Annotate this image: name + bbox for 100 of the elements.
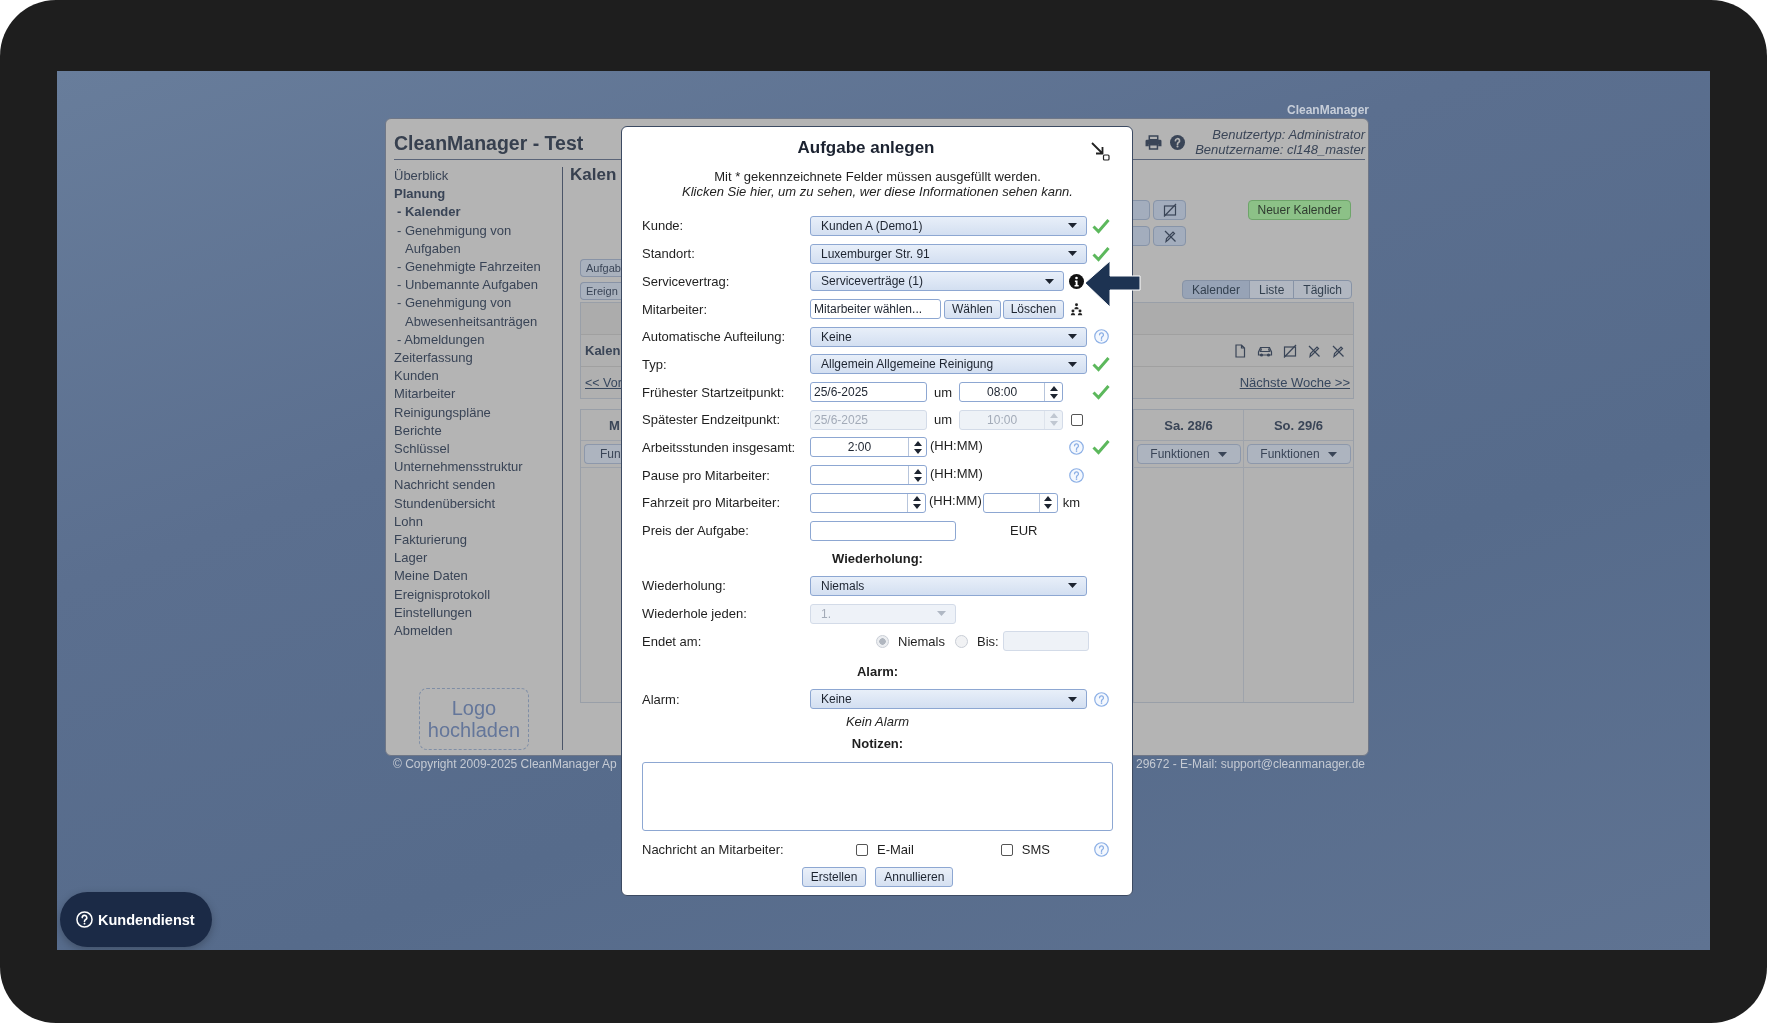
unit-text: (HH:MM) <box>930 437 983 453</box>
time-field[interactable]: 08:00 <box>959 382 1064 403</box>
date-field[interactable]: 25/6-2025 <box>810 382 927 403</box>
dropdown[interactable]: Serviceverträge (1) <box>810 271 1064 292</box>
caret-icon <box>1045 278 1054 284</box>
sidebar-item[interactable]: Meine Daten <box>394 567 552 586</box>
toolbar-button[interactable]: Aufgab <box>580 259 621 277</box>
unit-text: (HH:MM) <box>929 493 982 509</box>
sidebar-subitem[interactable]: - Genehmigung von Abwesenheitsanträgen <box>394 294 552 331</box>
sidebar-item[interactable]: Einstellungen <box>394 603 552 623</box>
help-icon <box>76 911 93 928</box>
previous-week-link[interactable]: << Vor <box>585 375 622 390</box>
document-icon[interactable] <box>1233 343 1247 358</box>
field-label: Alarm: <box>642 691 680 707</box>
dropdown[interactable]: Kunden A (Demo1) <box>810 215 1087 236</box>
day-header: M <box>608 417 620 433</box>
sidebar-item[interactable]: Planung <box>394 185 552 204</box>
sidebar-item[interactable]: Schlüssel <box>394 440 552 459</box>
caret-icon <box>1068 696 1077 702</box>
slashed-pen-icon[interactable] <box>1307 343 1321 358</box>
info-icon[interactable] <box>1069 273 1084 289</box>
field-button[interactable]: Löschen <box>1002 299 1065 319</box>
view-tab[interactable]: Kalender <box>1181 280 1250 299</box>
functions-button[interactable]: Funktionen <box>1246 444 1351 464</box>
sidebar-item[interactable]: Mitarbeiter <box>394 385 552 404</box>
dropdown[interactable]: Keine <box>810 689 1087 710</box>
slashed-square-icon[interactable] <box>1283 343 1297 358</box>
time-field[interactable] <box>810 492 926 513</box>
functions-button[interactable]: Fun <box>584 444 621 464</box>
sidebar-item[interactable]: Lohn <box>394 512 552 532</box>
brand-label: CleanManager <box>1285 103 1369 118</box>
up-down-arrows-icon[interactable] <box>913 468 922 482</box>
dropdown[interactable]: Niemals <box>810 575 1087 596</box>
sidebar-item[interactable]: Berichte <box>394 421 552 441</box>
option-label: E-Mail <box>877 842 914 858</box>
field-label: Servicevertrag: <box>642 273 730 289</box>
up-down-arrows-icon[interactable] <box>913 440 922 454</box>
visibility-info-link[interactable]: Klicken Sie hier, um zu sehen, wer diese Informationen sehen kann. <box>682 183 1073 199</box>
sidebar-item[interactable]: Ereignisprotokoll <box>394 585 552 604</box>
sidebar-subitem[interactable]: - Unbemannte Aufgaben <box>394 276 552 295</box>
sidebar-item[interactable]: Abmelden <box>394 622 552 641</box>
help-icon[interactable] <box>1170 134 1186 150</box>
caret-icon <box>1068 583 1077 589</box>
up-down-arrows-icon[interactable] <box>1049 385 1058 399</box>
sidebar-item[interactable]: Unternehmensstruktur <box>394 458 552 477</box>
dropdown[interactable]: Keine <box>810 326 1087 347</box>
checkbox[interactable] <box>856 843 868 856</box>
new-calendar-button[interactable]: Neuer Kalender <box>1248 200 1351 220</box>
icon-button[interactable] <box>1153 200 1186 220</box>
caret-icon <box>1217 451 1227 457</box>
view-tab[interactable]: Täglich <box>1293 280 1352 299</box>
unit-text: km <box>1062 495 1081 511</box>
functions-button[interactable]: Funktionen <box>1136 444 1241 464</box>
alarm-note: Kein Alarm <box>845 713 910 730</box>
sidebar-item[interactable]: Stundenübersicht <box>394 494 552 513</box>
sidebar-subitem[interactable]: - Abmeldungen <box>394 330 552 350</box>
view-tab[interactable]: Liste <box>1248 280 1295 299</box>
support-button[interactable]: Kundendienst <box>60 892 212 947</box>
field-label: Wiederhole jeden: <box>642 606 747 622</box>
sidebar-item[interactable]: Lager <box>394 549 552 568</box>
dropdown[interactable]: Allgemein Allgemeine Reinigung <box>810 354 1087 375</box>
sidebar-subitem[interactable]: - Genehmigte Fahrzeiten <box>394 258 552 277</box>
sidebar-item[interactable]: Reinigungspläne <box>394 403 552 422</box>
slashed-pen-icon[interactable] <box>1331 343 1345 358</box>
print-icon[interactable] <box>1145 134 1163 150</box>
app-title: CleanManager - Test <box>394 132 584 154</box>
price-field[interactable] <box>810 520 956 541</box>
notes-field[interactable] <box>642 761 1113 831</box>
currency-text: EUR <box>1010 523 1038 538</box>
icon-button[interactable] <box>1153 226 1186 246</box>
day-header: Sa. 28/6 <box>1164 417 1213 433</box>
employee-field[interactable]: Mitarbeiter wählen... <box>810 299 941 319</box>
dialog-button[interactable]: Annullieren <box>875 866 954 887</box>
dialog-title: Aufgabe anlegen <box>796 138 936 158</box>
next-week-link[interactable]: Nächste Woche >> <box>1239 375 1350 390</box>
slashed-square-icon[interactable] <box>1162 203 1177 217</box>
sidebar-subitem[interactable]: - Kalender <box>394 203 552 222</box>
collapse-icon[interactable] <box>1090 141 1110 161</box>
copyright-text: © Copyright 2009-2025 CleanManager Ap <box>393 757 617 771</box>
dropdown[interactable]: Luxemburger Str. 91 <box>810 243 1087 264</box>
sidebar-item[interactable]: Zeiterfassung <box>394 349 552 368</box>
sidebar-item[interactable]: Fakturierung <box>394 531 552 550</box>
time-field[interactable] <box>982 492 1058 513</box>
sidebar-subitem[interactable]: - Genehmigung von Aufgaben <box>394 221 552 258</box>
up-down-arrows-icon[interactable] <box>912 496 921 510</box>
checkbox[interactable] <box>1000 843 1013 856</box>
time-field[interactable] <box>810 465 927 486</box>
unit-text: (HH:MM) <box>930 465 983 481</box>
people-icon[interactable] <box>1070 302 1083 316</box>
dialog-button[interactable]: Erstellen <box>801 866 867 887</box>
field-label: Wiederholung: <box>642 578 726 594</box>
sidebar-item[interactable]: Nachricht senden <box>394 476 552 495</box>
contact-text: 29672 - E-Mail: support@cleanmanager.de <box>1136 757 1365 771</box>
toolbar-button[interactable]: Ereign <box>580 282 621 300</box>
sidebar-item[interactable]: Überblick <box>394 167 552 186</box>
field-button[interactable]: Wählen <box>944 299 1001 319</box>
slashed-pen-icon[interactable] <box>1162 229 1177 243</box>
sidebar-item[interactable]: Kunden <box>394 367 552 386</box>
up-down-arrows-icon[interactable] <box>1044 496 1053 510</box>
time-field[interactable]: 2:00 <box>810 437 927 458</box>
